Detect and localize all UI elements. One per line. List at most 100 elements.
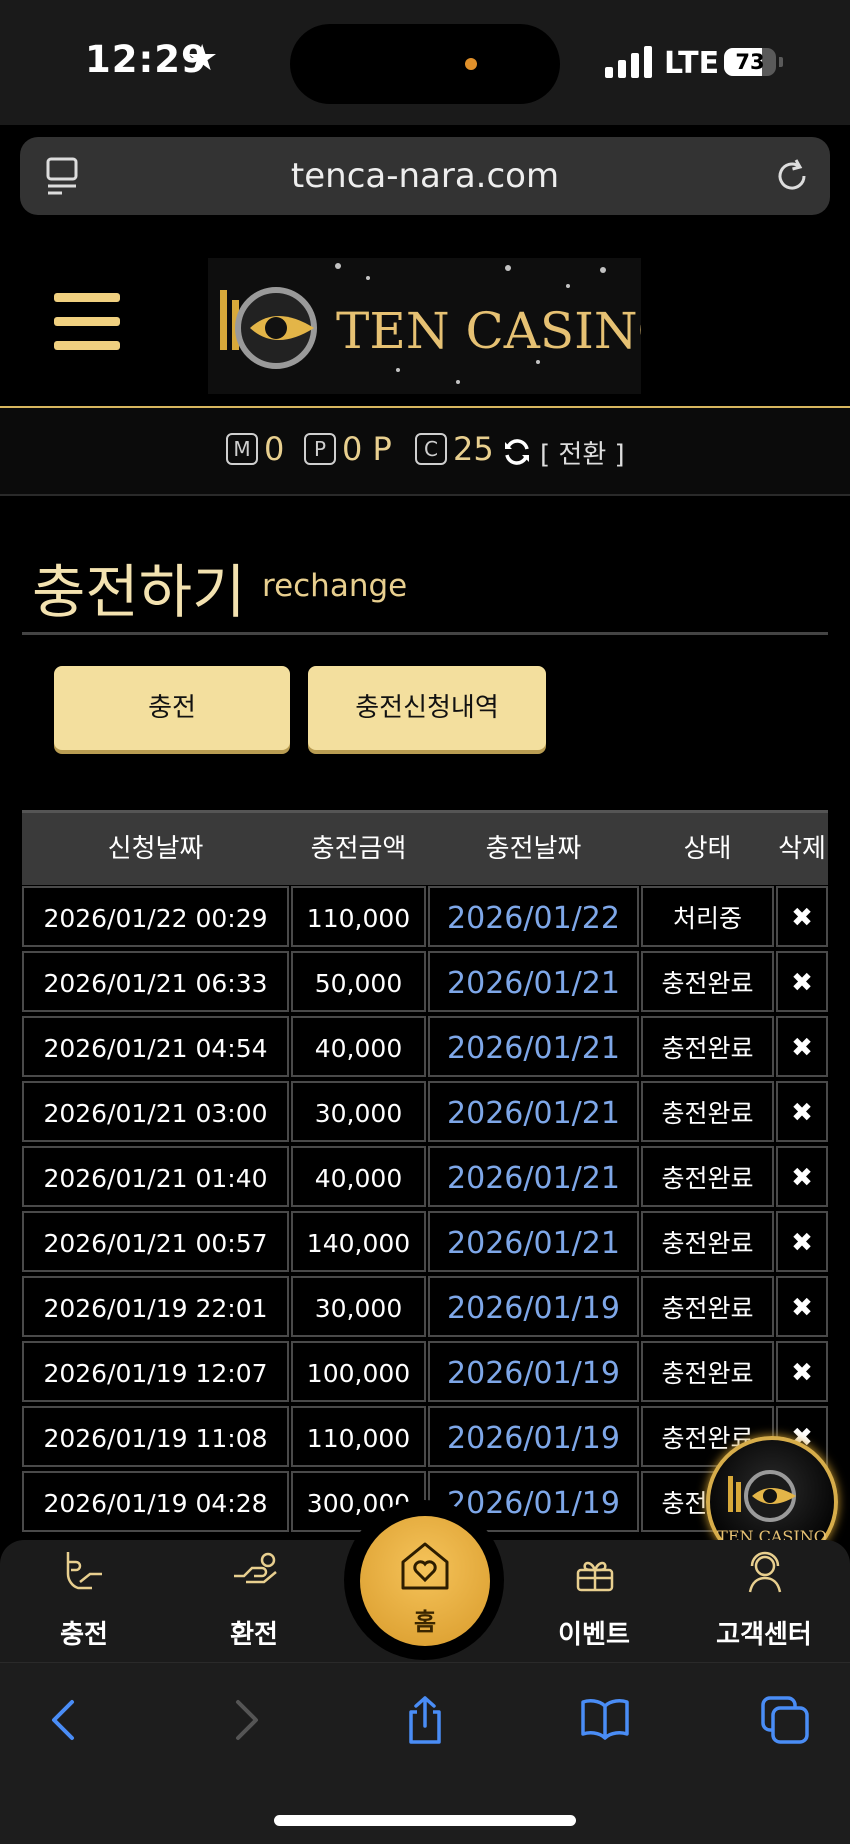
bookmarks-icon[interactable] bbox=[579, 1694, 631, 1746]
delete-icon[interactable]: ✖ bbox=[776, 1146, 828, 1207]
page-subtitle: rechange bbox=[262, 568, 408, 604]
nav-withdraw[interactable]: 환전 bbox=[194, 1540, 314, 1662]
table-row: 2026/01/19 22:01 30,000 2026/01/19 충전완료 ✖ bbox=[22, 1276, 828, 1341]
table-row: 2026/01/21 01:40 40,000 2026/01/21 충전완료 ✖ bbox=[22, 1146, 828, 1211]
table-row: 2026/01/21 00:57 140,000 2026/01/21 충전완료 ✖ bbox=[22, 1211, 828, 1276]
amount-cell: 40,000 bbox=[291, 1146, 426, 1207]
request-date-cell: 2026/01/21 01:40 bbox=[22, 1146, 289, 1207]
status-cell: 충전완료 bbox=[641, 1276, 774, 1337]
menu-icon[interactable] bbox=[54, 293, 120, 351]
delete-icon[interactable]: ✖ bbox=[776, 886, 828, 947]
table-row: 2026/01/19 12:07 100,000 2026/01/19 충전완료 ✖ bbox=[22, 1341, 828, 1406]
nav-support-label: 고객센터 bbox=[716, 1620, 812, 1650]
reload-icon[interactable] bbox=[772, 156, 812, 196]
logo-text: TEN CASINO bbox=[336, 302, 641, 360]
nav-support[interactable]: 고객센터 bbox=[704, 1540, 824, 1662]
battery-icon: 73 bbox=[724, 48, 776, 76]
table-row: 2026/01/21 06:33 50,000 2026/01/21 충전완료 ✖ bbox=[22, 951, 828, 1016]
site-logo[interactable]: TEN CASINO bbox=[208, 258, 679, 394]
status-cell: 충전완료 bbox=[641, 1211, 774, 1272]
page-title: 충전하기 bbox=[32, 558, 246, 626]
money-value: 0 bbox=[264, 430, 285, 468]
amount-cell: 140,000 bbox=[291, 1211, 426, 1272]
delete-icon[interactable]: ✖ bbox=[776, 1016, 828, 1077]
column-header: 신청날짜 bbox=[107, 834, 204, 864]
switch-button[interactable]: [ 전환 ] bbox=[540, 434, 625, 471]
request-date-cell: 2026/01/19 12:07 bbox=[22, 1341, 289, 1402]
status-cell: 충전완료 bbox=[641, 1146, 774, 1207]
point-badge-icon: P bbox=[304, 433, 336, 465]
point-balance: P0 P bbox=[304, 430, 392, 468]
dynamic-island bbox=[290, 24, 560, 104]
table-row: 2026/01/21 03:00 30,000 2026/01/21 충전완료 ✖ bbox=[22, 1081, 828, 1146]
coin-balance: C 25 bbox=[415, 430, 494, 468]
status-cell: 충전완료 bbox=[641, 1341, 774, 1402]
charge-date-cell[interactable]: 2026/01/21 bbox=[428, 1081, 639, 1142]
status-cell: 충전완료 bbox=[641, 951, 774, 1012]
home-indicator[interactable] bbox=[274, 1815, 576, 1826]
request-date-cell: 2026/01/22 00:29 bbox=[22, 886, 289, 947]
star-icon: ★ bbox=[186, 38, 219, 79]
charge-button[interactable]: 충전 bbox=[54, 666, 290, 750]
refresh-icon[interactable] bbox=[502, 437, 532, 467]
forward-icon[interactable] bbox=[220, 1694, 272, 1746]
table-row: 2026/01/22 00:29 110,000 2026/01/22 처리중 ✖ bbox=[22, 886, 828, 951]
url-text[interactable]: tenca-nara.com bbox=[0, 156, 850, 196]
nav-charge[interactable]: 충전 bbox=[24, 1540, 144, 1662]
charge-date-cell[interactable]: 2026/01/19 bbox=[428, 1406, 639, 1467]
amount-cell: 30,000 bbox=[291, 1081, 426, 1142]
nav-charge-label: 충전 bbox=[60, 1620, 108, 1650]
table-row: 2026/01/19 11:08 110,000 2026/01/19 충전완료 ✖ bbox=[22, 1406, 828, 1471]
coin-value: 25 bbox=[453, 430, 494, 468]
table-header: 신청날짜 충전금액 충전날짜 상태 삭제 bbox=[22, 810, 828, 885]
delete-icon[interactable]: ✖ bbox=[776, 1276, 828, 1337]
charge-date-cell[interactable]: 2026/01/21 bbox=[428, 1016, 639, 1077]
nav-event[interactable]: 이벤트 bbox=[534, 1540, 654, 1662]
delete-icon[interactable]: ✖ bbox=[776, 1211, 828, 1272]
money-balance: M0 bbox=[226, 430, 284, 468]
charge-date-cell[interactable]: 2026/01/19 bbox=[428, 1341, 639, 1402]
charge-history-button[interactable]: 충전신청내역 bbox=[308, 666, 546, 750]
delete-icon[interactable]: ✖ bbox=[776, 1081, 828, 1142]
nav-withdraw-label: 환전 bbox=[230, 1620, 278, 1650]
point-value: 0 P bbox=[342, 430, 392, 468]
amount-cell: 50,000 bbox=[291, 951, 426, 1012]
status-cell: 처리중 bbox=[641, 886, 774, 947]
status-cell: 충전완료 bbox=[641, 1081, 774, 1142]
request-date-cell: 2026/01/21 04:54 bbox=[22, 1016, 289, 1077]
nav-home[interactable]: 홈 bbox=[360, 1516, 490, 1646]
delete-icon[interactable]: ✖ bbox=[776, 951, 828, 1012]
money-badge-icon: M bbox=[226, 433, 258, 465]
logo-emblem-icon: TEN CASINO bbox=[220, 263, 679, 384]
tabs-icon[interactable] bbox=[759, 1694, 811, 1746]
home-heart-icon bbox=[401, 1542, 449, 1590]
charge-date-cell[interactable]: 2026/01/21 bbox=[428, 951, 639, 1012]
charge-date-cell[interactable]: 2026/01/21 bbox=[428, 1146, 639, 1207]
table-row: 2026/01/21 04:54 40,000 2026/01/21 충전완료 ✖ bbox=[22, 1016, 828, 1081]
amount-cell: 110,000 bbox=[291, 1406, 426, 1467]
charge-date-cell[interactable]: 2026/01/22 bbox=[428, 886, 639, 947]
charge-date-cell[interactable]: 2026/01/19 bbox=[428, 1276, 639, 1337]
nav-home-label: 홈 bbox=[413, 1608, 437, 1636]
camera-indicator bbox=[465, 58, 477, 70]
request-date-cell: 2026/01/19 22:01 bbox=[22, 1276, 289, 1337]
status-cell: 충전완료 bbox=[641, 1016, 774, 1077]
charge-date-cell[interactable]: 2026/01/21 bbox=[428, 1211, 639, 1272]
column-header: 상태 bbox=[683, 834, 732, 864]
delete-icon[interactable]: ✖ bbox=[776, 1341, 828, 1402]
request-date-cell: 2026/01/21 06:33 bbox=[22, 951, 289, 1012]
battery-tip bbox=[779, 57, 783, 67]
withdraw-hand-icon bbox=[234, 1552, 277, 1584]
signal-icon bbox=[605, 46, 653, 78]
column-header: 충전금액 bbox=[310, 834, 407, 864]
back-icon[interactable] bbox=[38, 1694, 90, 1746]
amount-cell: 30,000 bbox=[291, 1276, 426, 1337]
battery-level: 73 bbox=[735, 50, 765, 74]
nav-event-label: 이벤트 bbox=[558, 1620, 630, 1650]
share-icon[interactable] bbox=[399, 1694, 451, 1746]
gift-icon bbox=[576, 1561, 614, 1592]
request-date-cell: 2026/01/19 11:08 bbox=[22, 1406, 289, 1467]
support-agent-icon bbox=[748, 1551, 782, 1593]
column-header: 충전날짜 bbox=[485, 834, 582, 864]
column-header: 삭제 bbox=[778, 834, 826, 864]
